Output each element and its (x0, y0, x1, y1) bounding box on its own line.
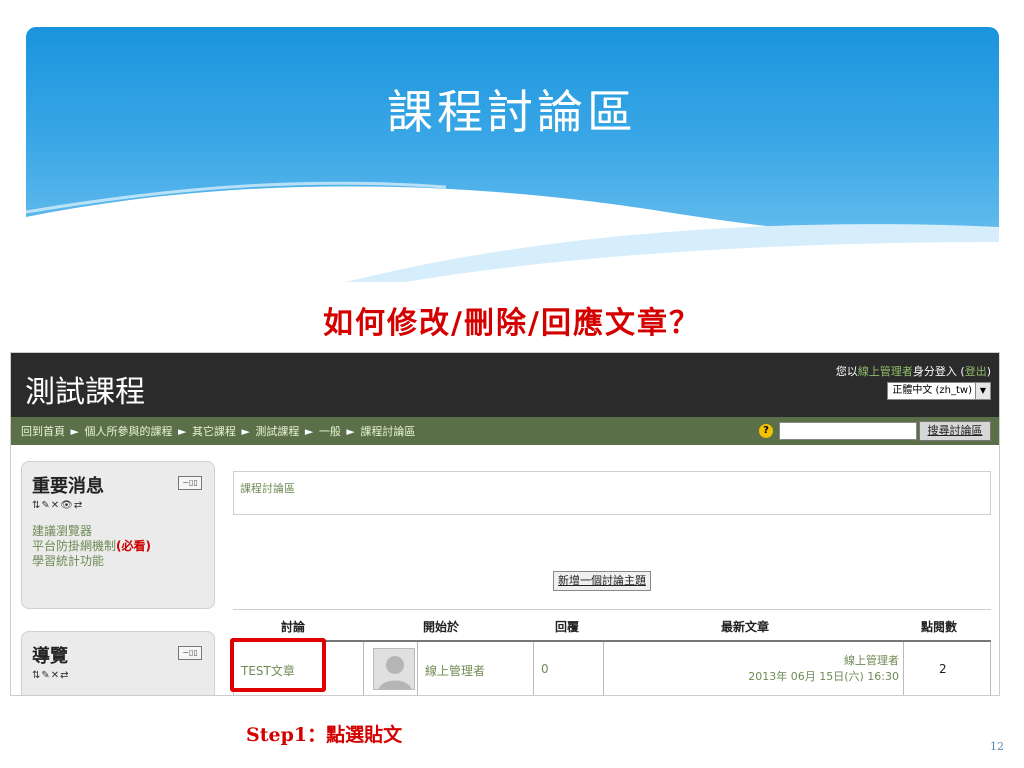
breadcrumb-general[interactable]: 一般 (319, 425, 341, 438)
header-bar: 測試課程 您以線上管理者身分登入 (登出) 正體中文 (zh_tw) ▼ (11, 353, 999, 417)
news-link-antihang[interactable]: 平台防掛網機制(必看) (32, 539, 151, 554)
breadcrumb-other-courses[interactable]: 其它課程 (192, 425, 236, 438)
news-links: 建議瀏覽器 平台防掛網機制(必看) 學習統計功能 (32, 524, 151, 569)
breadcrumb: 回到首頁 ► 個人所參與的課程 ► 其它課程 ► 測試課程 ► 一般 ► 課程討… (21, 425, 416, 438)
col-header-replies: 回覆 (555, 620, 580, 634)
breadcrumb-test-course[interactable]: 測試課程 (255, 425, 299, 438)
news-link-stats[interactable]: 學習統計功能 (32, 554, 151, 569)
breadcrumb-forum: 課程討論區 (360, 425, 416, 438)
nav-block-title: 導覽 (32, 646, 68, 667)
wave-decoration (26, 181, 999, 282)
step-label: Step1：點選貼文 (246, 724, 403, 746)
table-row: TEST文章 線上管理者 0 線上管理者 2013年 06月 15日(六) 16… (233, 642, 991, 695)
last-post-date[interactable]: 2013年 06月 15日(六) 16:30 (748, 668, 899, 684)
news-block: 重要消息 −▯▯ ⇅✎✕👁⇄ 建議瀏覽器 平台防掛網機制(必看) 學習統計功能 (21, 461, 215, 609)
login-info: 您以線上管理者身分登入 (登出) (835, 365, 991, 378)
help-icon[interactable]: ? (759, 424, 773, 438)
news-block-title: 重要消息 (32, 476, 104, 497)
col-header-discussion: 討論 (281, 620, 306, 634)
add-topic-button[interactable]: 新增一個討論主題 (553, 571, 651, 591)
search-forum-button[interactable]: 搜尋討論區 (919, 421, 991, 441)
col-header-started-by: 開始於 (423, 620, 460, 634)
edit-icons[interactable]: ⇅✎✕👁⇄ (32, 500, 83, 511)
collapse-icon[interactable]: −▯▯ (178, 476, 202, 490)
user-link[interactable]: 線上管理者 (858, 365, 913, 378)
forum-table: 討論 開始於 回覆 最新文章 點閱數 TEST文章 線上管理者 0 線上管理者 (233, 609, 991, 695)
search-input[interactable] (779, 422, 917, 440)
breadcrumb-home[interactable]: 回到首頁 (21, 425, 65, 438)
highlight-box (230, 638, 326, 692)
chevron-down-icon: ▼ (975, 383, 990, 399)
col-header-views: 點閱數 (921, 620, 958, 634)
col-header-last-post: 最新文章 (721, 620, 770, 634)
avatar[interactable] (373, 648, 415, 690)
views-count: 2 (939, 662, 947, 676)
navigation-bar: 回到首頁 ► 個人所參與的課程 ► 其它課程 ► 測試課程 ► 一般 ► 課程討… (11, 417, 999, 445)
nav-block: 導覽 −▯▯ ⇅✎✕⇄ (21, 631, 215, 695)
replies-count[interactable]: 0 (541, 662, 549, 676)
moodle-screenshot: 測試課程 您以線上管理者身分登入 (登出) 正體中文 (zh_tw) ▼ 回到首… (10, 352, 1000, 696)
course-name[interactable]: 測試課程 (25, 367, 145, 411)
collapse-icon[interactable]: −▯▯ (178, 646, 202, 660)
forum-intro: 課程討論區 (233, 471, 991, 515)
breadcrumb-my-courses[interactable]: 個人所參與的課程 (84, 425, 172, 438)
user-silhouette-icon (378, 656, 412, 689)
edit-icons[interactable]: ⇅✎✕⇄ (32, 670, 70, 681)
slide-subtitle: 如何修改/刪除/回應文章？ (323, 306, 701, 341)
logout-link[interactable]: 登出 (965, 365, 987, 378)
started-by-link[interactable]: 線上管理者 (425, 662, 485, 679)
last-post-author[interactable]: 線上管理者 (844, 652, 899, 668)
page-number: 12 (990, 740, 1004, 753)
forum-intro-text: 課程討論區 (240, 482, 295, 495)
slide-title: 課程討論區 (387, 85, 637, 139)
slide-banner (26, 27, 999, 282)
news-link-browser[interactable]: 建議瀏覽器 (32, 524, 151, 539)
language-select[interactable]: 正體中文 (zh_tw) ▼ (887, 382, 991, 400)
